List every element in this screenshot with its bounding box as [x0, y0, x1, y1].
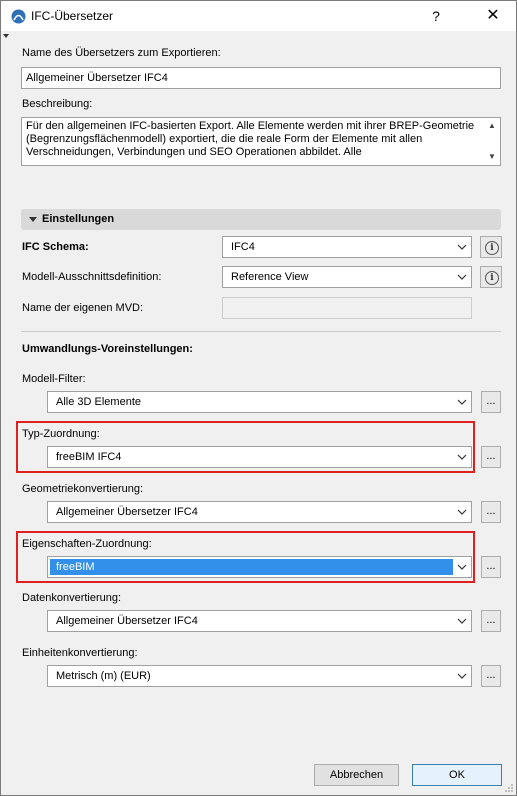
chevron-down-icon [457, 564, 467, 570]
ifc-schema-value: IFC4 [231, 241, 255, 253]
unit-conversion-label: Einheitenkonvertierung: [22, 647, 138, 659]
ifc-schema-info-button[interactable]: i [480, 236, 502, 258]
property-mapping-label: Eigenschaften-Zuordnung: [22, 538, 152, 550]
chevron-down-icon [457, 618, 467, 624]
cancel-button[interactable]: Abbrechen [314, 764, 399, 786]
window-title: IFC-Übersetzer [31, 9, 114, 23]
ifc-schema-select[interactable]: IFC4 [222, 236, 472, 258]
info-icon: i [485, 271, 499, 285]
collapse-arrow-icon [3, 34, 9, 38]
expand-triangle-icon [29, 217, 37, 222]
settings-section-header[interactable]: Einstellungen [21, 209, 501, 230]
geometry-conversion-more-button[interactable]: ... [481, 501, 501, 523]
description-scrollbar[interactable]: ▲ ▼ [485, 119, 499, 164]
title-bar: IFC-Übersetzer ? ✕ [1, 1, 516, 31]
close-button[interactable]: ✕ [478, 5, 508, 27]
unit-conversion-select[interactable]: Metrisch (m) (EUR) [47, 665, 472, 687]
archicad-app-icon [11, 9, 26, 24]
type-mapping-value: freeBIM IFC4 [56, 451, 122, 463]
data-conversion-value: Allgemeiner Übersetzer IFC4 [56, 615, 198, 627]
data-conversion-select[interactable]: Allgemeiner Übersetzer IFC4 [47, 610, 472, 632]
chevron-down-icon [457, 454, 467, 460]
custom-mvd-input [222, 297, 472, 319]
property-mapping-select[interactable]: freeBIM [47, 556, 472, 578]
translator-name-label: Name des Übersetzers zum Exportieren: [22, 47, 221, 59]
resize-grip-icon[interactable] [504, 783, 514, 793]
translator-name-input[interactable]: Allgemeiner Übersetzer IFC4 [21, 67, 501, 89]
info-icon: i [485, 241, 499, 255]
chevron-down-icon [457, 244, 467, 250]
description-textarea[interactable]: Für den allgemeinen IFC-basierten Export… [21, 117, 501, 166]
chevron-down-icon [457, 509, 467, 515]
model-view-label: Modell-Ausschnittsdefinition: [22, 271, 162, 283]
unit-conversion-value: Metrisch (m) (EUR) [56, 670, 151, 682]
model-filter-select[interactable]: Alle 3D Elemente [47, 391, 472, 413]
geometry-conversion-label: Geometriekonvertierung: [22, 483, 144, 495]
settings-header-label: Einstellungen [42, 213, 115, 225]
data-conversion-label: Datenkonvertierung: [22, 592, 122, 604]
description-label: Beschreibung: [22, 98, 93, 110]
type-mapping-select[interactable]: freeBIM IFC4 [47, 446, 472, 468]
unit-conversion-more-button[interactable]: ... [481, 665, 501, 687]
divider [21, 331, 501, 332]
ok-button[interactable]: OK [412, 764, 502, 786]
model-filter-label: Modell-Filter: [22, 373, 86, 385]
model-view-select[interactable]: Reference View [222, 266, 472, 288]
type-mapping-label: Typ-Zuordnung: [22, 428, 100, 440]
scroll-down-icon[interactable]: ▼ [485, 150, 499, 164]
conversion-presets-heading: Umwandlungs-Voreinstellungen: [22, 343, 193, 355]
scroll-up-icon[interactable]: ▲ [485, 119, 499, 133]
chevron-down-icon [457, 274, 467, 280]
custom-mvd-label: Name der eigenen MVD: [22, 302, 144, 314]
model-filter-value: Alle 3D Elemente [56, 396, 141, 408]
description-text: Für den allgemeinen IFC-basierten Export… [26, 120, 475, 158]
geometry-conversion-select[interactable]: Allgemeiner Übersetzer IFC4 [47, 501, 472, 523]
ifc-schema-label: IFC Schema: [22, 241, 89, 253]
model-view-info-button[interactable]: i [480, 266, 502, 288]
property-mapping-more-button[interactable]: ... [481, 556, 501, 578]
model-filter-more-button[interactable]: ... [481, 391, 501, 413]
model-view-value: Reference View [231, 271, 309, 283]
property-mapping-value: freeBIM [50, 559, 453, 575]
help-button[interactable]: ? [421, 5, 451, 27]
chevron-down-icon [457, 673, 467, 679]
chevron-down-icon [457, 399, 467, 405]
data-conversion-more-button[interactable]: ... [481, 610, 501, 632]
type-mapping-more-button[interactable]: ... [481, 446, 501, 468]
geometry-conversion-value: Allgemeiner Übersetzer IFC4 [56, 506, 198, 518]
ifc-translator-dialog: IFC-Übersetzer ? ✕ Name des Übersetzers … [0, 0, 517, 796]
